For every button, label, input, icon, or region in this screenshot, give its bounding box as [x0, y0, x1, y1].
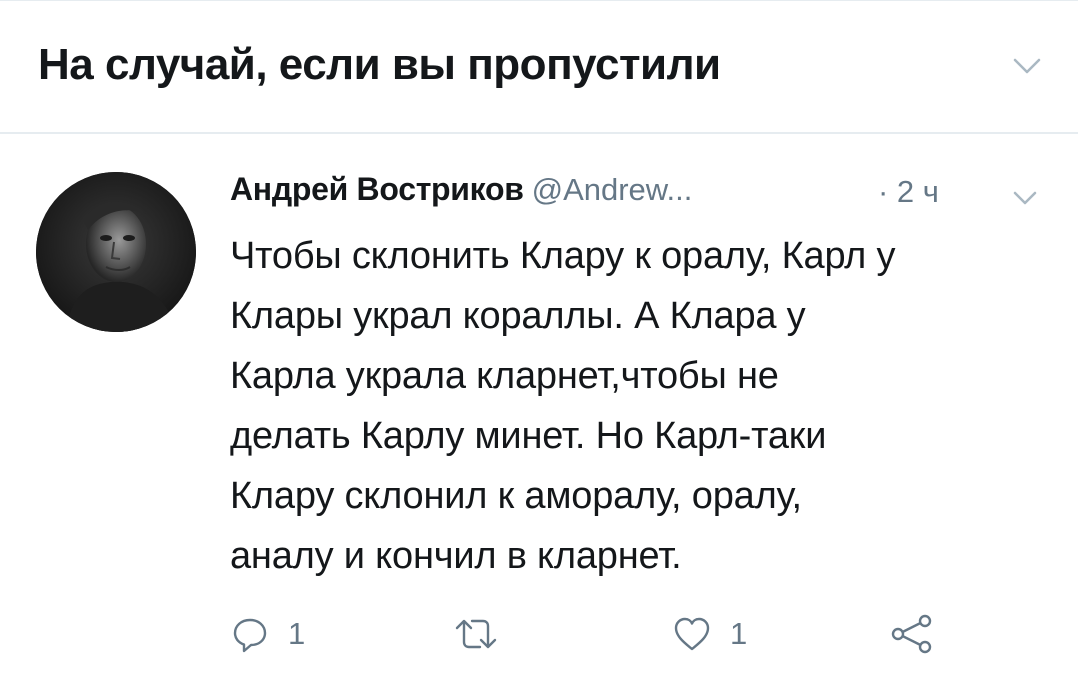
tweet[interactable]: Андрей Востриков @Andrew... · 2 ч Чтобы с… [0, 136, 1078, 689]
author-name[interactable]: Андрей Востриков [230, 171, 524, 207]
chevron-down-icon[interactable] [1012, 190, 1038, 207]
tweet-text-line: аналу и кончил в кларнет. [230, 535, 682, 577]
share-button[interactable] [888, 612, 936, 656]
timeline-page: На случай, если вы пропустили Андрей Вос… [0, 0, 1078, 689]
tweet-text: Чтобы склонить Клару к оралу, Карл у Кла… [230, 226, 1060, 586]
like-count: 1 [730, 616, 748, 651]
chevron-down-icon[interactable] [1012, 56, 1042, 76]
reply-count: 1 [288, 616, 306, 651]
tweet-text-line: Чтобы склонить Клару к оралу, Карл у [230, 235, 896, 277]
tweet-text-line: Карла украла кларнет,чтобы не [230, 355, 779, 397]
section-title: На случай, если вы пропустили [38, 40, 721, 89]
share-icon [891, 614, 932, 654]
tweet-text-line: Клары украл кораллы. А Клара у [230, 295, 806, 337]
tweet-text-line: Клару склонил к аморалу, оралу, [230, 475, 802, 517]
avatar[interactable] [36, 172, 196, 332]
heart-icon [674, 617, 710, 651]
tweet-author-line: Андрей Востриков @Andrew... [230, 171, 692, 215]
author-handle[interactable]: @Andrew... [532, 172, 693, 207]
retweet-button[interactable] [452, 612, 518, 656]
section-header: На случай, если вы пропустили [0, 0, 1078, 134]
tweet-timestamp[interactable]: · 2 ч [878, 174, 939, 210]
retweet-icon [455, 619, 497, 649]
tweet-text-line: делать Карлу минет. Но Карл-таки [230, 415, 827, 457]
reply-button[interactable]: 1 [230, 612, 305, 656]
like-button[interactable]: 1 [672, 612, 747, 656]
reply-icon [233, 618, 267, 653]
